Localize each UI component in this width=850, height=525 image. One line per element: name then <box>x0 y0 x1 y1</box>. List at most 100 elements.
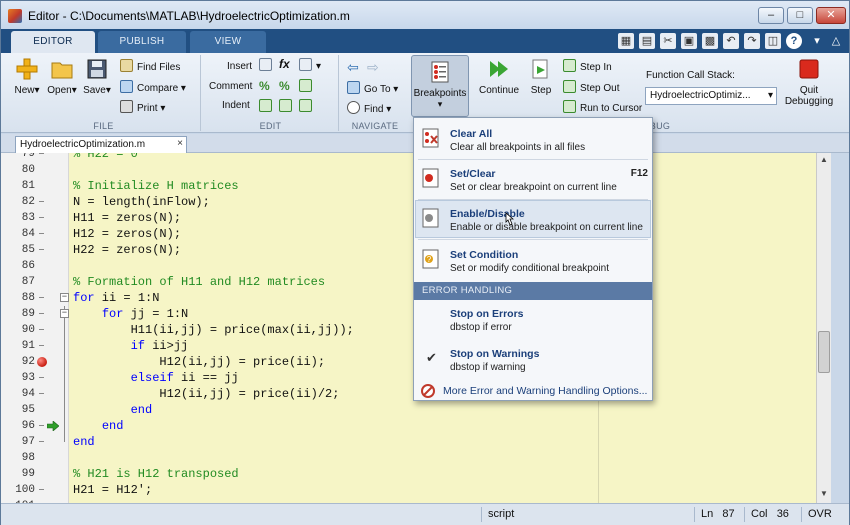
executable-line-marker[interactable] <box>39 489 44 490</box>
menu-item-enable-disable[interactable]: Enable/Disable Enable or disable breakpo… <box>414 200 652 238</box>
scroll-down-arrow-icon[interactable]: ▼ <box>817 487 831 501</box>
file-tab[interactable]: HydroelectricOptimization.m × <box>15 136 187 153</box>
menu-item-set-condition[interactable]: ? Set Condition Set or modify conditiona… <box>414 240 652 280</box>
close-window-button[interactable]: ✕ <box>816 7 846 24</box>
back-arrow-icon[interactable]: ⇦ <box>347 59 359 76</box>
code-line[interactable]: 99 % H21 is H12 transposed <box>1 466 831 482</box>
enable-disable-breakpoint-icon <box>422 208 439 228</box>
collapse-toolstrip-icon[interactable]: △ <box>828 33 844 49</box>
step-button[interactable]: Step <box>525 57 557 96</box>
help-icon[interactable]: ? <box>786 33 802 49</box>
smart-indent-icon[interactable] <box>259 99 276 113</box>
error-warning-options-icon <box>421 384 435 398</box>
forward-arrow-icon[interactable]: ⇨ <box>367 59 379 76</box>
line-number: 100 <box>15 484 35 496</box>
save-quick-icon[interactable]: ▤ <box>639 33 655 49</box>
editor-window: Editor - C:\Documents\MATLAB\Hydroelectr… <box>0 0 850 525</box>
copy-quick-icon[interactable]: ▣ <box>681 33 697 49</box>
comment-button[interactable]: Comment <box>209 81 252 92</box>
tab-view[interactable]: VIEW <box>190 31 266 53</box>
minimize-button[interactable]: – <box>758 7 784 24</box>
executable-line-marker[interactable] <box>39 201 44 202</box>
menu-item-set-clear[interactable]: Set/Clear F12 Set or clear breakpoint on… <box>414 160 652 198</box>
executable-line-marker[interactable] <box>39 249 44 250</box>
increase-indent-icon[interactable] <box>279 99 296 113</box>
continue-play-icon <box>490 61 508 77</box>
code-line[interactable]: 100 H21 = H12'; <box>1 482 831 498</box>
tab-publish[interactable]: PUBLISH <box>98 31 186 53</box>
breakpoint-icon[interactable] <box>37 357 47 367</box>
uncomment-percent-icon[interactable]: % <box>279 79 290 93</box>
executable-line-marker[interactable] <box>39 345 44 346</box>
executable-line-marker[interactable] <box>39 313 44 314</box>
line-number: 86 <box>21 260 35 272</box>
section-divider <box>338 55 339 131</box>
maximize-button[interactable]: □ <box>787 7 813 24</box>
menu-item-more-options[interactable]: More Error and Warning Handling Options.… <box>414 381 652 401</box>
mouse-pointer-icon <box>505 212 514 226</box>
code-text: % H22 = 0 <box>73 153 138 161</box>
line-number: 96 <box>21 420 35 432</box>
executable-line-marker[interactable] <box>39 153 44 154</box>
close-tab-icon[interactable]: × <box>177 138 183 149</box>
paste-quick-icon[interactable]: ▩ <box>702 33 718 49</box>
scroll-thumb[interactable] <box>818 331 830 373</box>
executable-line-marker[interactable] <box>39 393 44 394</box>
open-button[interactable]: Open▾ <box>46 57 78 96</box>
executable-line-marker[interactable] <box>39 441 44 442</box>
printer-icon <box>120 100 133 113</box>
goto-button[interactable]: Go To ▾ <box>347 81 398 95</box>
redo-quick-icon[interactable]: ↷ <box>744 33 760 49</box>
wrap-comments-icon[interactable] <box>299 79 316 93</box>
call-stack-dropdown[interactable]: HydroelectricOptimiz... ▾ <box>645 87 777 105</box>
new-script-quick-icon[interactable]: ▦ <box>618 33 634 49</box>
breakpoints-button[interactable]: Breakpoints ▾ <box>411 55 469 117</box>
tab-editor[interactable]: EDITOR <box>11 31 95 53</box>
save-button[interactable]: Save▾ <box>81 57 113 96</box>
code-line[interactable]: 96 end <box>1 418 831 434</box>
editor-vertical-scrollbar[interactable]: ▲ ▼ <box>816 153 831 503</box>
indent-button[interactable]: Indent <box>222 100 250 111</box>
executable-line-marker[interactable] <box>39 329 44 330</box>
code-line[interactable]: 97 end <box>1 434 831 450</box>
print-button[interactable]: Print ▾ <box>120 100 165 114</box>
help-dropdown-icon[interactable]: ▾ <box>809 33 825 49</box>
continue-button[interactable]: Continue <box>477 57 521 96</box>
step-out-button[interactable]: Step Out <box>563 80 619 94</box>
code-text: H12(ii,jj) = price(ii)/2; <box>73 387 340 401</box>
code-line[interactable]: 98 <box>1 450 831 466</box>
step-in-button[interactable]: Step In <box>563 59 612 73</box>
breakpoints-dropdown-arrow: ▾ <box>437 99 443 109</box>
scroll-up-arrow-icon[interactable]: ▲ <box>817 153 831 167</box>
compare-button[interactable]: Compare ▾ <box>120 80 186 94</box>
run-to-cursor-button[interactable]: Run to Cursor <box>563 100 642 114</box>
quit-debugging-button[interactable]: Quit Debugging <box>783 57 835 107</box>
line-number: 79 <box>21 153 35 160</box>
insert-button[interactable]: Insert <box>227 61 252 72</box>
switch-windows-quick-icon[interactable]: ◫ <box>765 33 781 49</box>
executable-line-marker[interactable] <box>39 233 44 234</box>
menu-item-clear-all[interactable]: Clear All Clear all breakpoints in all f… <box>414 120 652 158</box>
executable-line-marker[interactable] <box>39 297 44 298</box>
insert-plot-icon[interactable]: ▾ <box>299 58 321 72</box>
code-line[interactable]: 95 end <box>1 402 831 418</box>
find-files-button[interactable]: Find Files <box>120 59 180 73</box>
fold-toggle-icon[interactable]: − <box>60 309 69 318</box>
fold-toggle-icon[interactable]: − <box>60 293 69 302</box>
find-button[interactable]: Find ▾ <box>347 101 391 115</box>
decrease-indent-icon[interactable] <box>299 99 316 113</box>
cut-quick-icon[interactable]: ✂ <box>660 33 676 49</box>
comment-percent-icon[interactable]: % <box>259 79 270 93</box>
undo-quick-icon[interactable]: ↶ <box>723 33 739 49</box>
new-button[interactable]: New▾ <box>11 57 43 96</box>
insert-function-fx-icon[interactable]: fx <box>279 57 290 71</box>
executable-line-marker[interactable] <box>39 377 44 378</box>
menu-item-stop-on-errors[interactable]: Stop on Errors dbstop if error <box>414 302 652 340</box>
insert-section-icon[interactable] <box>259 58 276 72</box>
executable-line-marker[interactable] <box>39 217 44 218</box>
code-text: H21 = H12'; <box>73 483 153 497</box>
goto-icon <box>347 81 360 94</box>
menu-item-stop-on-warnings[interactable]: ✔ Stop on Warnings dbstop if warning <box>414 342 652 380</box>
code-text: end <box>130 403 153 417</box>
executable-line-marker[interactable] <box>39 425 44 426</box>
